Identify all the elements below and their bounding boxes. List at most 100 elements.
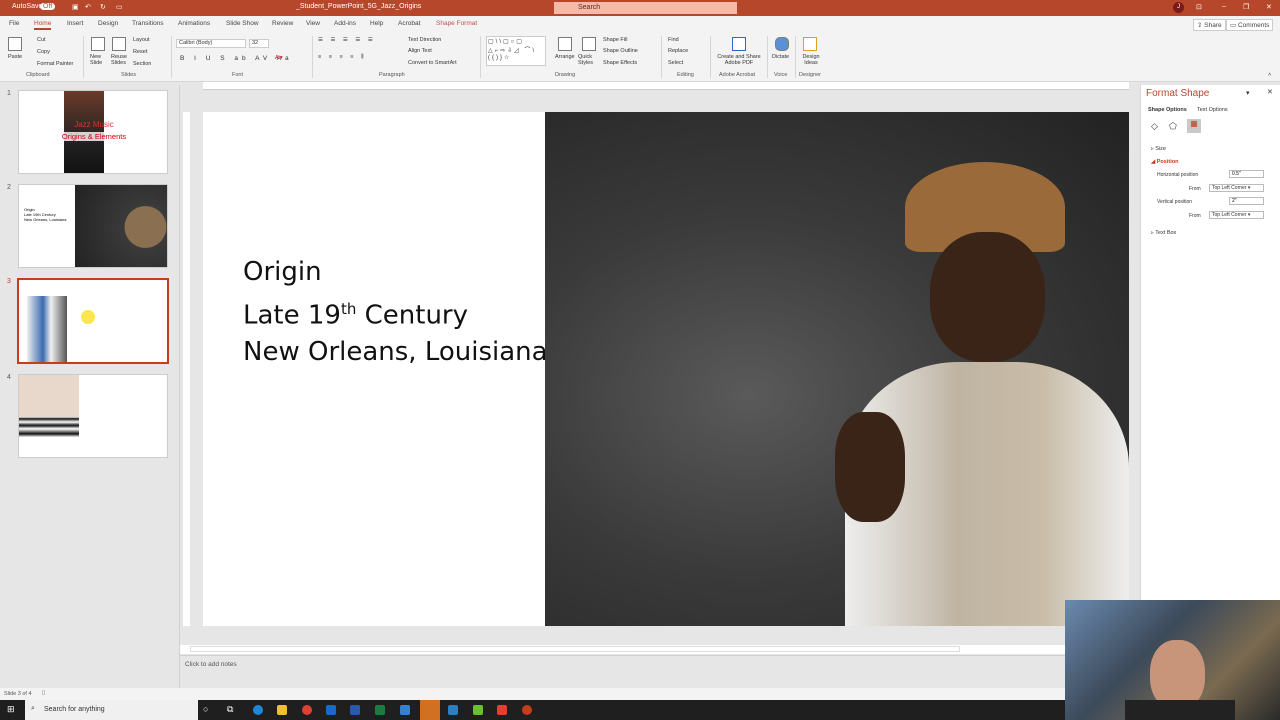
dictate-button[interactable]: Dictate [772,54,789,60]
font-name-select[interactable]: Calibri (Body) [176,39,246,48]
align-text-button[interactable]: Align Text [408,48,432,54]
excel-icon[interactable] [375,705,385,715]
horizontal-from-select[interactable]: Top Left Corner ▾ [1209,184,1264,192]
fill-line-icon[interactable]: ◇ [1151,121,1158,132]
tab-insert[interactable]: Insert [67,20,83,27]
teams-icon[interactable] [420,700,440,720]
file-name[interactable]: _Student_PowerPoint_5G_Jazz_Origins [296,3,421,10]
notes-pane[interactable]: Click to add notes [180,655,1065,688]
quick-styles-button[interactable]: Quick Styles [578,54,600,66]
pane-close-icon[interactable]: ✕ [1267,88,1273,96]
section-button[interactable]: Section [133,61,151,67]
user-avatar[interactable]: J [1173,2,1184,13]
collapse-ribbon-icon[interactable]: ˄ [1268,72,1271,78]
slide-thumbnail-3[interactable] [17,278,169,364]
search-box[interactable]: Search [554,2,737,14]
text-direction-button[interactable]: Text Direction [408,37,441,43]
find-button[interactable]: Find [668,37,679,43]
task-view-icon[interactable]: ⧉ [227,704,233,715]
tab-shape-format[interactable]: Shape Format [436,20,477,27]
effects-icon[interactable]: ⬠ [1169,121,1177,132]
list-buttons[interactable]: ☰ ☰ ☰ ☰ ☰ [318,37,376,43]
convert-smartart-button[interactable]: Convert to SmartArt [408,60,457,66]
accessibility-icon[interactable]: ▯ [42,690,45,696]
tab-animations[interactable]: Animations [178,20,210,27]
cut-button[interactable]: Cut [37,37,46,43]
slide-canvas[interactable]: Origin Late 19th Century New Orleans, Lo… [203,112,1129,626]
tab-design[interactable]: Design [98,20,118,27]
snagit-icon[interactable] [497,705,507,715]
slide-text-box[interactable]: Origin Late 19th Century New Orleans, Lo… [243,254,548,370]
powerpoint-icon[interactable] [522,705,532,715]
tab-file[interactable]: File [9,20,19,27]
close-button[interactable]: ✕ [1266,3,1272,11]
word-icon[interactable] [350,705,360,715]
text-box-section[interactable]: ▹ Text Box [1151,230,1176,236]
cortana-icon[interactable]: ○ [203,704,208,714]
edge-icon[interactable] [253,705,263,715]
horizontal-position-input[interactable] [1229,170,1264,178]
present-icon[interactable]: ▭ [116,3,123,11]
tab-view[interactable]: View [306,20,320,27]
tab-transitions[interactable]: Transitions [132,20,164,27]
slide-thumbnail-2[interactable]: Origin Late 19th Century New Orleans, Loui… [18,184,168,268]
shapes-gallery[interactable]: ▢\\▢○▢ △⌐⇨⇩◿ ⌒\({)}☆ [486,36,546,66]
tab-help[interactable]: Help [370,20,383,27]
arrange-icon[interactable] [558,37,572,51]
adobe-pdf-icon[interactable] [732,37,746,51]
paste-button[interactable]: Paste [8,54,22,60]
design-ideas-button[interactable]: Design Ideas [800,54,822,66]
tab-add-ins[interactable]: Add-ins [334,20,356,27]
restore-button[interactable]: ❐ [1243,3,1249,11]
size-properties-icon[interactable]: ▦ [1187,119,1201,133]
tab-slide-show[interactable]: Slide Show [226,20,259,27]
layout-button[interactable]: Layout [133,37,150,43]
microphone-icon[interactable] [775,37,789,51]
horizontal-scrollbar[interactable] [180,645,1065,654]
slide-thumbnail-1[interactable]: Jazz Music Origins & Elements [18,90,168,174]
tab-text-options[interactable]: Text Options [1197,107,1228,113]
outlook-icon[interactable] [326,705,336,715]
select-button[interactable]: Select [668,60,683,66]
taskbar-search[interactable]: ⌕ Search for anything [25,700,198,720]
file-explorer-icon[interactable] [277,705,287,715]
format-painter-button[interactable]: Format Painter [37,61,73,67]
redo-icon[interactable]: ↻ [100,3,106,11]
camtasia-icon[interactable] [473,705,483,715]
align-buttons[interactable]: ≡ ≡ ≡ ≡ ⫼ [318,54,366,61]
slide-thumbnail-4[interactable] [18,374,168,458]
position-section[interactable]: ◢ Position [1151,159,1178,165]
photos-icon[interactable] [448,705,458,715]
font-color-button[interactable]: A ▾ [275,55,283,61]
scroll-thumb[interactable] [190,646,960,652]
ribbon-display-icon[interactable]: ⊡ [1196,3,1202,11]
new-slide-button[interactable]: New Slide [90,54,104,66]
vertical-from-select[interactable]: Top Left Corner ▾ [1209,211,1264,219]
shape-fill-button[interactable]: Shape Fill [603,37,627,43]
comments-button[interactable]: ▭ Comments [1226,19,1274,31]
shape-outline-button[interactable]: Shape Outline [603,48,638,54]
vertical-position-input[interactable] [1229,197,1264,205]
arrange-button[interactable]: Arrange [555,54,575,60]
quick-styles-icon[interactable] [582,37,596,51]
paste-icon[interactable] [8,37,22,51]
chrome-icon[interactable] [302,705,312,715]
reuse-slides-button[interactable]: Reuse Slides [111,54,127,66]
reuse-slides-icon[interactable] [112,37,126,51]
undo-icon[interactable]: ↶ [85,3,91,11]
singer-photo[interactable] [545,112,1129,626]
tab-shape-options[interactable]: Shape Options [1148,107,1187,113]
reset-button[interactable]: Reset [133,49,147,55]
new-slide-icon[interactable] [91,37,105,51]
copy-button[interactable]: Copy [37,49,50,55]
share-button[interactable]: ⇪ Share [1193,19,1226,31]
minimize-button[interactable]: – [1222,3,1226,10]
save-icon[interactable]: ▣ [72,3,79,11]
create-share-pdf-button[interactable]: Create and Share Adobe PDF [714,54,764,66]
shape-effects-button[interactable]: Shape Effects [603,60,637,66]
pane-options-icon[interactable]: ▾ [1246,89,1250,97]
tab-review[interactable]: Review [272,20,293,27]
todo-icon[interactable] [400,705,410,715]
size-section[interactable]: ▹ Size [1151,146,1166,152]
font-size-select[interactable]: 32 [249,39,269,48]
